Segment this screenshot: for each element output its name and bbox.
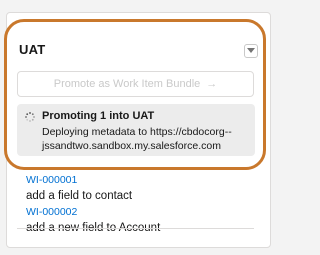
promotion-status: Promoting 1 into UAT Deploying metadata … [17, 104, 255, 156]
promote-bundle-label: Promote as Work Item Bundle [53, 78, 201, 90]
divider [17, 228, 254, 229]
status-detail-line-2: jssandtwo.sandbox.my.salesforce.com [42, 140, 221, 152]
status-title: Promoting 1 into UAT [42, 110, 155, 122]
stage-header: UAT [19, 42, 45, 57]
stage-menu-button[interactable] [244, 44, 258, 58]
status-detail-line-1: Deploying metadata to https://cbdocorg-- [42, 126, 232, 138]
work-item: WI-000002 add a new field to Account [26, 206, 160, 235]
status-detail: Deploying metadata to https://cbdocorg--… [42, 125, 247, 153]
stage-title: UAT [19, 42, 46, 57]
chevron-down-icon [247, 48, 255, 53]
promote-bundle-button[interactable]: Promote as Work Item Bundle → [17, 71, 254, 97]
arrow-right-icon: → [206, 78, 218, 90]
work-item-id-link[interactable]: WI-000002 [26, 206, 160, 218]
work-item-name: add a field to contact [26, 190, 133, 202]
spinner-icon [25, 112, 35, 122]
work-item: WI-000001 add a field to contact [26, 174, 132, 203]
work-item-id-link[interactable]: WI-000001 [26, 174, 132, 186]
